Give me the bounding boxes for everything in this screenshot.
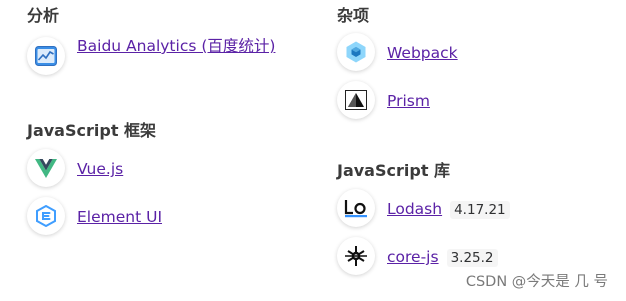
tech-item-webpack: Webpack bbox=[337, 33, 617, 71]
core-js-link[interactable]: core-js bbox=[387, 246, 439, 268]
tech-item-element-ui: Element UI bbox=[27, 197, 307, 235]
tech-item-prism: Prism bbox=[337, 81, 617, 119]
section-title-analytics: 分析 bbox=[27, 6, 60, 25]
csdn-watermark: CSDN @今天是 几 号 bbox=[465, 274, 608, 290]
section-title-js-libraries: JavaScript 库 bbox=[337, 161, 451, 180]
core-js-icon bbox=[337, 237, 375, 275]
lodash-icon bbox=[337, 189, 375, 227]
tech-item-baidu-analytics: Baidu Analytics (百度统计) bbox=[27, 37, 307, 75]
prism-icon bbox=[337, 81, 375, 119]
core-js-version: 3.25.2 bbox=[446, 249, 498, 267]
vuejs-link[interactable]: Vue.js bbox=[77, 158, 123, 180]
baidu-analytics-icon bbox=[27, 37, 65, 75]
section-title-misc: 杂项 bbox=[337, 6, 370, 25]
tech-item-lodash: Lodash 4.17.21 bbox=[337, 189, 617, 227]
webpack-icon bbox=[337, 33, 375, 71]
lodash-version: 4.17.21 bbox=[450, 201, 510, 219]
prism-link[interactable]: Prism bbox=[387, 90, 430, 112]
element-ui-icon bbox=[27, 197, 65, 235]
section-title-js-frameworks: JavaScript 框架 bbox=[27, 121, 157, 140]
tech-item-vuejs: Vue.js bbox=[27, 149, 307, 187]
vuejs-icon bbox=[27, 149, 65, 187]
element-ui-link[interactable]: Element UI bbox=[77, 206, 162, 228]
webpack-link[interactable]: Webpack bbox=[387, 42, 458, 64]
lodash-link[interactable]: Lodash bbox=[387, 198, 442, 220]
baidu-analytics-link[interactable]: Baidu Analytics (百度统计) bbox=[77, 35, 277, 57]
